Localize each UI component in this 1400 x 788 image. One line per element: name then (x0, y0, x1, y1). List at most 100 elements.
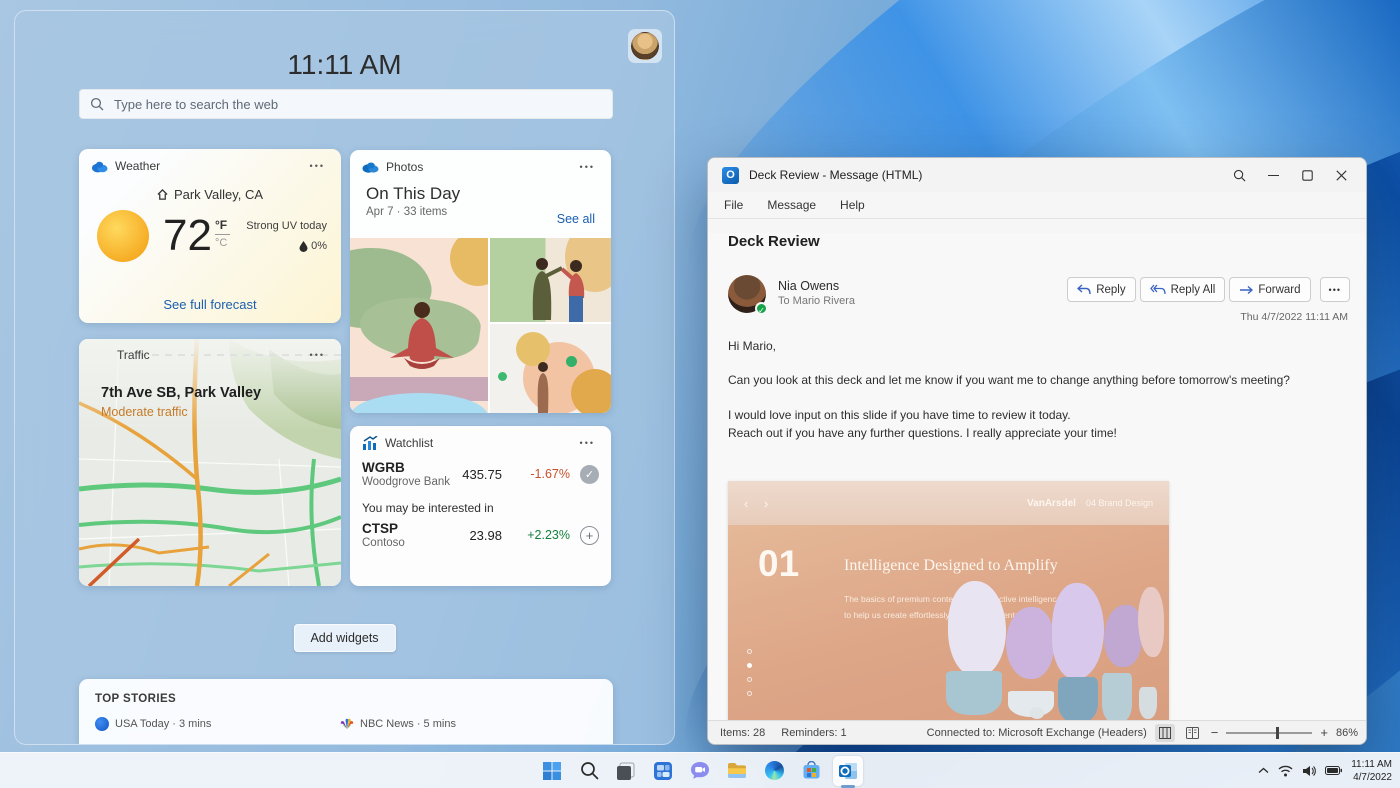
close-button[interactable] (1324, 161, 1358, 189)
weather-uv: Strong UV today (246, 220, 327, 232)
body-paragraph: Reach out if you have any further questi… (728, 425, 1290, 442)
file-explorer-button[interactable] (722, 756, 752, 786)
status-connection: Connected to: Microsoft Exchange (Header… (927, 727, 1147, 739)
photos-cloud-icon (362, 161, 379, 173)
stock-symbol: WGRB (362, 460, 450, 475)
search-input[interactable] (112, 96, 602, 113)
status-bar: Items: 28 Reminders: 1 Connected to: Mic… (708, 720, 1366, 744)
photo-circles (490, 324, 611, 413)
watchlist-widget[interactable]: Watchlist ••• WGRB Woodgrove Bank 435.75… (350, 426, 611, 586)
usa-today-icon (95, 717, 109, 731)
stock-company: Contoso (362, 537, 405, 549)
window-title: Deck Review - Message (HTML) (749, 168, 1222, 182)
droplet-icon (299, 241, 308, 252)
stock-row-ctsp[interactable]: CTSP Contoso 23.98 +2.23% + (350, 521, 611, 549)
outlook-icon (838, 761, 858, 781)
store-button[interactable] (796, 756, 826, 786)
outlook-taskbar-button[interactable] (833, 756, 863, 786)
maximize-button[interactable] (1290, 161, 1324, 189)
start-icon (542, 761, 562, 781)
stock-added-check-icon[interactable]: ✓ (580, 465, 599, 484)
chat-button[interactable] (685, 756, 715, 786)
traffic-widget[interactable]: Traffic ••• 7th Ave SB, Park Valley Mode… (79, 339, 341, 586)
zoom-in-button[interactable]: + (1320, 725, 1328, 740)
photos-more-button[interactable]: ••• (576, 160, 599, 174)
zoom-out-button[interactable]: − (1211, 725, 1219, 740)
weather-location: Park Valley, CA (174, 187, 263, 202)
photo-meditation (350, 238, 488, 413)
stock-add-plus-icon[interactable]: + (580, 526, 599, 545)
stock-row-wgrb[interactable]: WGRB Woodgrove Bank 435.75 -1.67% ✓ (350, 460, 611, 488)
wifi-icon[interactable] (1278, 765, 1293, 777)
minimize-button[interactable] (1256, 161, 1290, 189)
watchlist-suggestion-label: You may be interested in (362, 501, 611, 515)
slide-brand-subtitle: 04 Brand Design (1086, 498, 1153, 508)
reply-arrow-icon (1077, 284, 1091, 295)
battery-icon[interactable] (1325, 766, 1342, 775)
widgets-profile-avatar[interactable] (628, 29, 662, 63)
unit-fahrenheit[interactable]: °F (215, 218, 227, 232)
unit-celsius[interactable]: °C (215, 237, 227, 249)
slide-brand: VanArsdel (1027, 498, 1076, 509)
weather-more-button[interactable]: ••• (306, 159, 329, 173)
watchlist-more-button[interactable]: ••• (576, 436, 599, 450)
zoom-level: 86% (1336, 727, 1358, 739)
widgets-panel: 11:11 AM Weather ••• (14, 10, 675, 745)
traffic-status: Moderate traffic (101, 405, 188, 419)
sender-name[interactable]: Nia Owens (778, 279, 855, 293)
weather-temperature: 72 (163, 214, 212, 258)
store-icon (802, 761, 821, 780)
edge-button[interactable] (759, 756, 789, 786)
volume-icon[interactable] (1302, 765, 1316, 777)
tray-chevron-up-icon[interactable] (1258, 767, 1269, 774)
attached-slide-image[interactable]: ‹ › VanArsdel 04 Brand Design 01 Intelli… (728, 481, 1169, 734)
photo-collage[interactable] (350, 238, 611, 413)
slide-title: Intelligence Designed to Amplify (844, 557, 1058, 575)
reading-view-icon[interactable] (1155, 724, 1175, 742)
photos-widget[interactable]: Photos ••• On This Day Apr 7 · 33 items … (350, 150, 611, 413)
zoom-slider[interactable] (1226, 732, 1312, 734)
web-search-bar[interactable] (79, 89, 613, 119)
reply-button[interactable]: Reply (1067, 277, 1135, 302)
widgets-icon (653, 761, 673, 781)
traffic-map (79, 339, 341, 586)
taskbar-search-button[interactable] (574, 756, 604, 786)
weather-precip: 0% (311, 240, 327, 252)
menu-help[interactable]: Help (840, 198, 865, 212)
reply-all-button[interactable]: Reply All (1140, 277, 1226, 302)
outlook-message-window: O Deck Review - Message (HTML) File Mess… (707, 157, 1367, 745)
menu-message[interactable]: Message (767, 198, 816, 212)
layout-view-icon[interactable] (1183, 724, 1203, 742)
traffic-more-button[interactable]: ••• (306, 348, 329, 362)
stock-change: -1.67% (512, 467, 570, 481)
more-actions-button[interactable]: ••• (1320, 277, 1350, 302)
photos-see-all-link[interactable]: See all (557, 212, 595, 226)
photos-title: Photos (386, 160, 576, 174)
task-view-icon (616, 761, 636, 781)
news-item-nbc-news[interactable]: NBC News · 5 mins (340, 717, 585, 731)
recipient-line[interactable]: To Mario Rivera (778, 295, 855, 307)
tray-clock[interactable]: 11:11 AM 4/7/2022 (1351, 758, 1392, 784)
sender-avatar[interactable]: ✓ (728, 275, 766, 313)
slide-next-icon: › (764, 496, 784, 511)
news-item-usa-today[interactable]: USA Today · 3 mins (95, 717, 340, 731)
window-search-icon[interactable] (1222, 161, 1256, 189)
watchlist-title: Watchlist (385, 436, 576, 450)
zoom-slider-thumb[interactable] (1276, 727, 1279, 739)
two-people (518, 254, 598, 322)
window-title-bar[interactable]: O Deck Review - Message (HTML) (708, 158, 1366, 192)
traffic-title: Traffic (117, 348, 306, 362)
add-widgets-button[interactable]: Add widgets (293, 624, 395, 652)
forward-button[interactable]: Forward (1229, 277, 1310, 302)
taskbar: 11:11 AM 4/7/2022 (0, 752, 1400, 788)
task-view-button[interactable] (611, 756, 641, 786)
start-button[interactable] (537, 756, 567, 786)
slide-plants-illustration (934, 579, 1169, 734)
weather-widget[interactable]: Weather ••• Park Valley, CA 72 °F °C (79, 149, 341, 323)
menu-bar: File Message Help (708, 192, 1366, 219)
widgets-button[interactable] (648, 756, 678, 786)
see-full-forecast-link[interactable]: See full forecast (79, 297, 341, 312)
home-icon (157, 189, 168, 200)
menu-file[interactable]: File (724, 198, 743, 212)
chat-icon (690, 761, 710, 780)
